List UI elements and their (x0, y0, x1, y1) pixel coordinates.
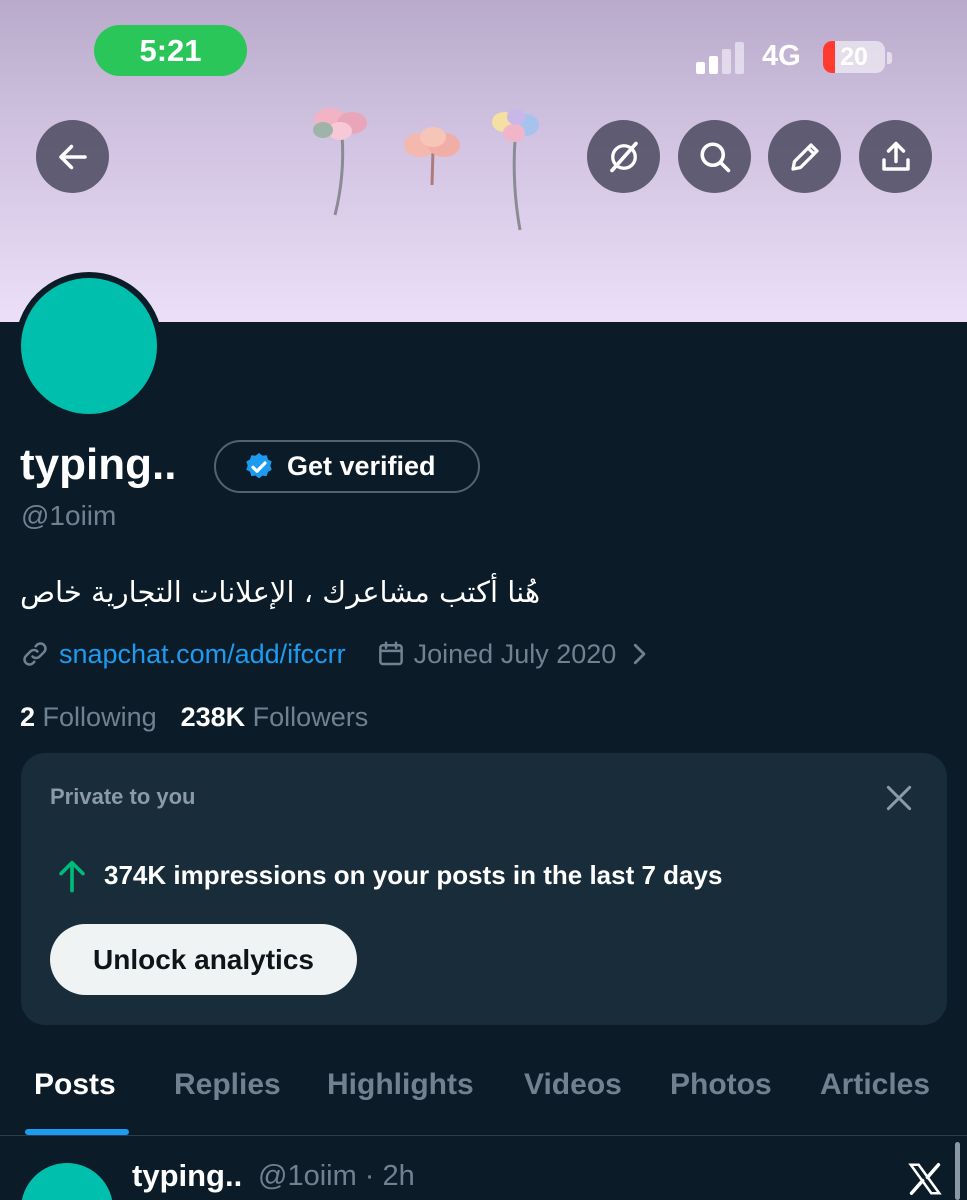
arrow-left-icon (58, 144, 87, 169)
impressions-stat: 374K impressions on your posts in the la… (104, 860, 723, 890)
tab-highlights[interactable]: Highlights (327, 1068, 474, 1102)
following-count: 2 (20, 702, 36, 732)
status-time: 5:21 (94, 25, 247, 76)
battery-percent: 20 (840, 42, 868, 71)
joined-date[interactable]: Joined July 2020 (414, 639, 617, 670)
post-avatar[interactable] (21, 1163, 113, 1200)
grok-button[interactable] (587, 120, 660, 193)
verified-badge-icon (246, 452, 272, 478)
post-author-name[interactable]: typing.. (132, 1158, 242, 1194)
get-verified-label: Get verified (287, 451, 436, 481)
tab-posts[interactable]: Posts (34, 1068, 116, 1102)
calendar-icon (378, 641, 403, 666)
get-verified-button[interactable]: Get verified (214, 440, 480, 493)
share-button[interactable] (859, 120, 932, 193)
scrollbar[interactable] (955, 1142, 960, 1200)
pencil-icon (790, 142, 819, 171)
follow-stats: 2 Following 238K Followers (20, 702, 368, 733)
profile-bio: هُنا أكتب مشاعرك ، الإعلانات التجارية خا… (20, 575, 580, 609)
share-icon (881, 141, 910, 171)
chevron-right-icon[interactable] (624, 639, 654, 669)
search-icon (699, 141, 730, 172)
tab-videos[interactable]: Videos (524, 1068, 622, 1102)
followers-count: 238K (180, 702, 246, 732)
following-stat[interactable]: 2 Following (20, 702, 157, 733)
flowers-banner-image (313, 108, 539, 231)
followers-stat[interactable]: 238K Followers (181, 702, 369, 733)
profile-link[interactable]: snapchat.com/add/ifccrr (59, 639, 346, 670)
profile-handle: @1oiim (21, 500, 117, 531)
profile-tabs: Posts Replies Highlights Videos Photos A… (0, 1060, 967, 1136)
cellular-signal-icon (696, 42, 744, 74)
post-handle-time: @1oiim · 2h (258, 1160, 415, 1192)
network-type: 4G (762, 40, 801, 72)
battery-cap (887, 52, 892, 64)
battery-icon: 20 (823, 41, 885, 73)
private-analytics-card: Private to you 374K impressions on your … (21, 753, 947, 1025)
back-button[interactable] (36, 120, 109, 193)
private-card-title: Private to you (50, 784, 196, 809)
profile-meta: snapchat.com/add/ifccrr Joined July 2020 (20, 634, 654, 674)
edit-button[interactable] (768, 120, 841, 193)
tab-articles[interactable]: Articles (820, 1068, 930, 1102)
tab-replies[interactable]: Replies (174, 1068, 281, 1102)
grok-icon (609, 141, 638, 172)
arrow-up-icon (59, 860, 85, 893)
following-label: Following (42, 702, 157, 732)
display-name: typing.. (20, 440, 177, 489)
avatar[interactable] (15, 272, 163, 420)
x-logo-icon (908, 1163, 942, 1195)
bio-text: هُنا أكتب مشاعرك ، الإعلانات التجارية خا… (20, 575, 541, 609)
close-icon[interactable] (883, 782, 915, 814)
link-icon (23, 642, 47, 666)
active-tab-indicator (25, 1129, 129, 1135)
search-button[interactable] (678, 120, 751, 193)
followers-label: Followers (252, 702, 369, 732)
unlock-analytics-button[interactable]: Unlock analytics (50, 924, 357, 995)
tab-photos[interactable]: Photos (670, 1068, 772, 1102)
